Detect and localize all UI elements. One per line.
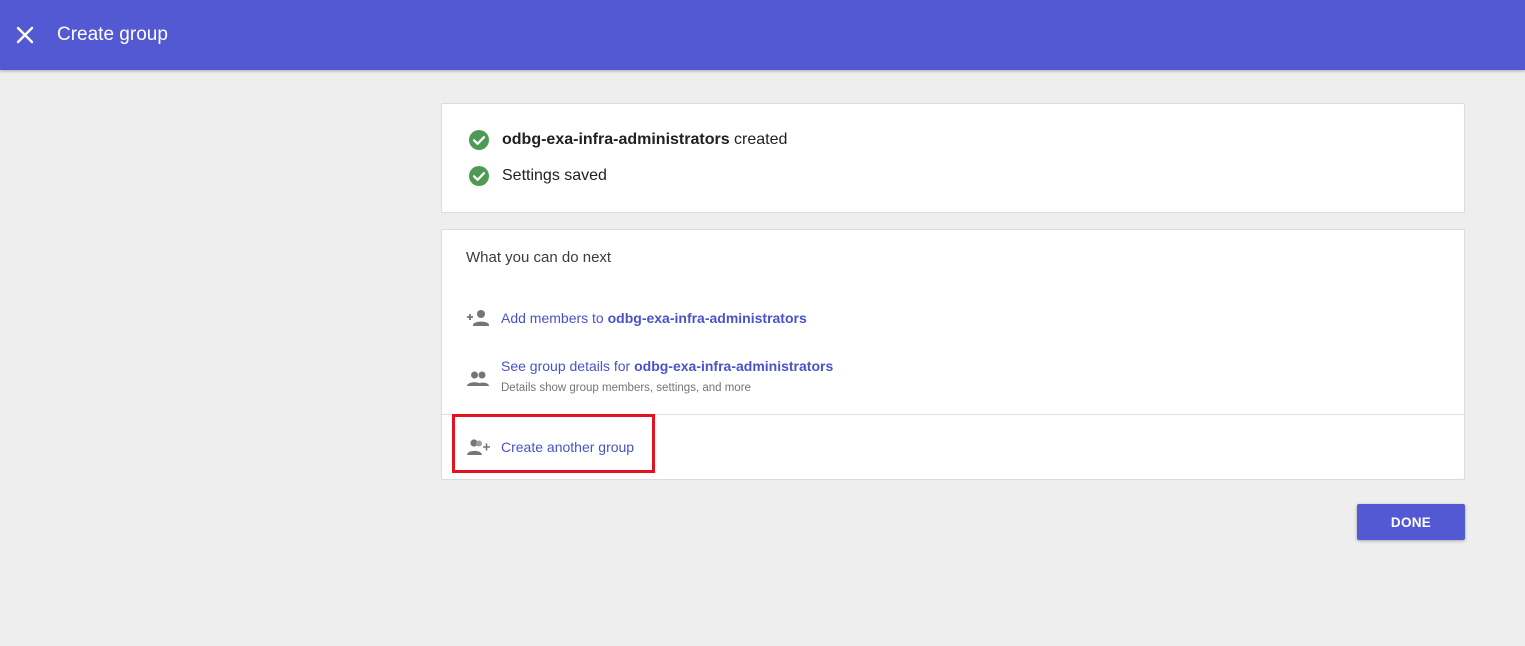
next-steps-card: What you can do next Add members to odbg… (441, 229, 1465, 480)
next-steps-title: What you can do next (466, 249, 612, 266)
group-created-status: odbg-exa-infra-administrators created (468, 129, 787, 151)
person-add-icon (466, 306, 490, 330)
close-icon (16, 26, 34, 44)
group-details-subtext: Details show group members, settings, an… (501, 382, 751, 394)
app-header: Create group (0, 0, 1525, 70)
page-title: Create group (57, 24, 168, 45)
group-name: odbg-exa-infra-administrators (502, 131, 730, 148)
group-details-text[interactable]: See group details for odbg-exa-infra-adm… (501, 358, 833, 374)
status-card: odbg-exa-infra-administrators created Se… (441, 103, 1465, 213)
group-add-icon (466, 435, 490, 459)
create-another-group-link[interactable]: Create another group (466, 435, 634, 459)
group-details-content: See group details for odbg-exa-infra-adm… (501, 358, 833, 394)
check-circle-icon (469, 130, 489, 150)
done-button[interactable]: DONE (1357, 504, 1465, 540)
add-members-group-name: odbg-exa-infra-administrators (607, 310, 807, 326)
group-icon (466, 366, 490, 390)
group-details-prefix: See group details for (501, 358, 635, 374)
add-members-text[interactable]: Add members to odbg-exa-infra-administra… (501, 310, 807, 326)
settings-saved-status: Settings saved (468, 165, 607, 187)
close-button[interactable] (12, 22, 38, 48)
created-suffix: created (729, 131, 788, 148)
add-members-prefix: Add members to (501, 310, 608, 326)
group-details-link[interactable]: See group details for odbg-exa-infra-adm… (466, 358, 833, 394)
create-another-group-label[interactable]: Create another group (501, 439, 634, 455)
check-circle-icon (469, 166, 489, 186)
divider (442, 414, 1464, 415)
group-details-group-name: odbg-exa-infra-administrators (634, 358, 834, 374)
settings-saved-text: Settings saved (502, 167, 607, 184)
group-created-text: odbg-exa-infra-administrators created (502, 131, 787, 149)
add-members-link[interactable]: Add members to odbg-exa-infra-administra… (466, 306, 807, 330)
